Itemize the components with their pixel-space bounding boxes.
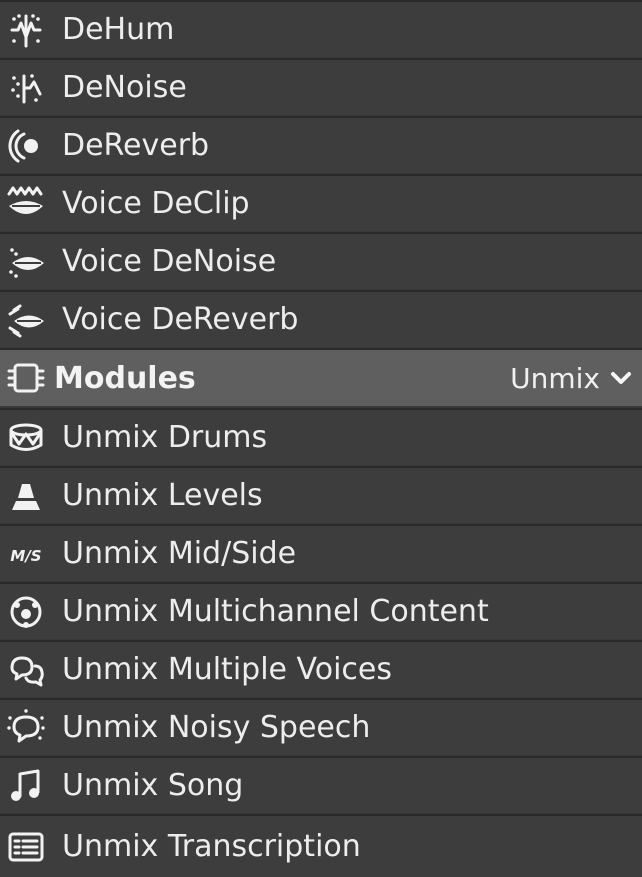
modules-title: Modules: [54, 360, 196, 396]
module-item-unmix-mid-side[interactable]: M/S Unmix Mid/Side: [0, 524, 642, 581]
chevron-down-icon: [610, 367, 632, 389]
voice-dereverb-icon: [2, 296, 50, 344]
voice-declip-icon: [2, 180, 50, 228]
module-item-label: DeHum: [62, 11, 175, 47]
module-filter-value: Unmix: [510, 361, 600, 395]
dereverb-icon: [2, 122, 50, 170]
module-item-unmix-levels[interactable]: Unmix Levels: [0, 466, 642, 523]
modules-header: Modules Unmix: [0, 348, 642, 406]
module-item-unmix-multiple-voices[interactable]: Unmix Multiple Voices: [0, 640, 642, 697]
levels-icon: [2, 472, 50, 520]
module-item-label: Unmix Song: [62, 767, 244, 803]
module-item-label: Unmix Transcription: [62, 828, 361, 864]
module-item-label: Unmix Multichannel Content: [62, 593, 489, 629]
module-item-label: Unmix Drums: [62, 419, 268, 455]
drum-icon: [2, 414, 50, 462]
module-filter-dropdown[interactable]: Unmix: [510, 362, 632, 395]
module-item-label: Unmix Mid/Side: [62, 535, 297, 571]
module-item-voice-dereverb[interactable]: Voice DeReverb: [0, 290, 642, 347]
module-item-dehum[interactable]: DeHum: [0, 0, 642, 57]
module-item-unmix-noisy-speech[interactable]: Unmix Noisy Speech: [0, 698, 642, 755]
module-item-unmix-drums[interactable]: Unmix Drums: [0, 408, 642, 465]
module-item-voice-denoise[interactable]: Voice DeNoise: [0, 232, 642, 289]
voice-denoise-icon: [2, 238, 50, 286]
module-item-label: Voice DeClip: [62, 185, 250, 221]
module-item-dereverb[interactable]: DeReverb: [0, 116, 642, 173]
multichannel-icon: [2, 588, 50, 636]
noisy-speech-icon: [2, 704, 50, 752]
module-item-voice-declip[interactable]: Voice DeClip: [0, 174, 642, 231]
module-item-label: DeReverb: [62, 127, 210, 163]
module-item-unmix-song[interactable]: Unmix Song: [0, 756, 642, 813]
modules-icon: [2, 354, 50, 402]
module-item-label: Unmix Noisy Speech: [62, 709, 371, 745]
module-item-label: Voice DeNoise: [62, 243, 277, 279]
denoise-icon: [2, 64, 50, 112]
module-item-unmix-transcription[interactable]: Unmix Transcription: [0, 814, 642, 877]
module-item-label: Voice DeReverb: [62, 301, 299, 337]
module-item-label: Unmix Levels: [62, 477, 263, 513]
module-item-label: DeNoise: [62, 69, 187, 105]
music-note-icon: [2, 762, 50, 810]
mid-side-icon: M/S: [2, 530, 50, 578]
svg-text:M/S: M/S: [10, 547, 41, 565]
module-item-denoise[interactable]: DeNoise: [0, 58, 642, 115]
transcription-icon: [2, 823, 50, 871]
module-list: DeHum DeNoise DeReverb Voice DeClip Voic…: [0, 0, 642, 877]
dehum-icon: [2, 6, 50, 54]
multiple-voices-icon: [2, 646, 50, 694]
module-item-unmix-multichannel[interactable]: Unmix Multichannel Content: [0, 582, 642, 639]
module-item-label: Unmix Multiple Voices: [62, 651, 392, 687]
